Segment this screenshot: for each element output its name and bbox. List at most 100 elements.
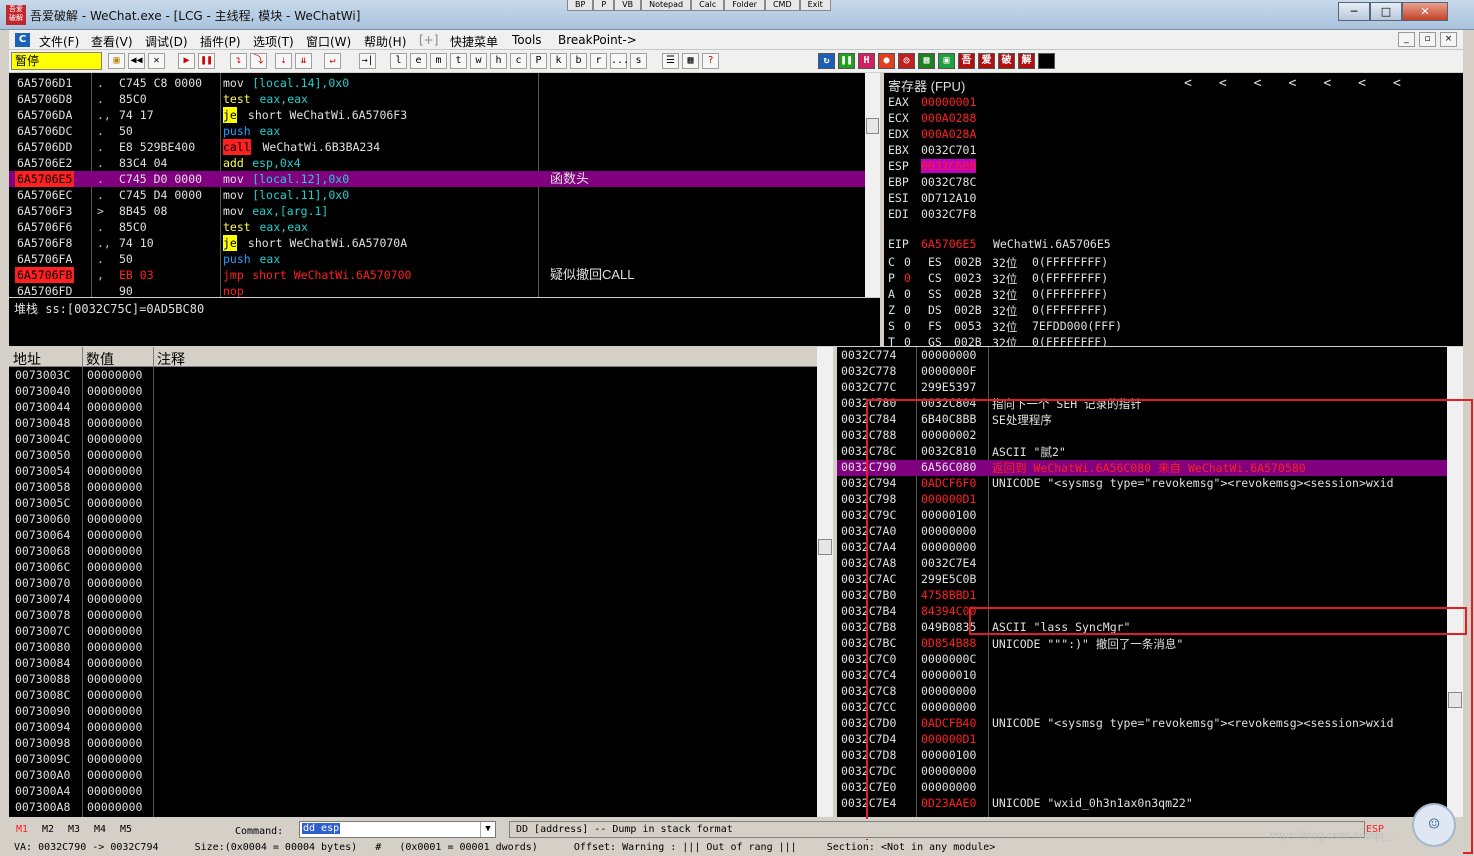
minimize-button[interactable]: ─ bbox=[1338, 2, 1370, 21]
pause-icon[interactable]: ❚❚ bbox=[198, 53, 215, 69]
dump-address[interactable]: 0073005C bbox=[15, 496, 70, 510]
dump-value[interactable]: 00000000 bbox=[87, 672, 142, 686]
dump-address[interactable]: 00730074 bbox=[15, 592, 70, 606]
disasm-row[interactable]: 6A5706E5. C745 D0 0000 mov [local.12],0x0 函数… bbox=[9, 171, 865, 187]
tb-e-button[interactable]: e bbox=[410, 53, 427, 69]
menu-shortcut[interactable]: 快捷菜单 bbox=[450, 33, 498, 50]
dump-address[interactable]: 00730044 bbox=[15, 400, 70, 414]
dump-value[interactable]: 00000000 bbox=[87, 400, 142, 414]
dump-address[interactable]: 0073007C bbox=[15, 624, 70, 638]
dump-value[interactable]: 00000000 bbox=[87, 720, 142, 734]
flag-value[interactable]: 0 bbox=[904, 335, 911, 346]
dump-header-comment[interactable]: 注释 bbox=[157, 349, 185, 369]
notepad-button[interactable]: Notepad bbox=[641, 0, 692, 11]
disasm-row[interactable]: 6A5706DA., 74 17 je short WeChatWi.6A5706F3 bbox=[9, 107, 865, 123]
tb-l-button[interactable]: l bbox=[390, 53, 407, 69]
scroll-thumb[interactable] bbox=[866, 118, 879, 134]
trace-into-icon[interactable]: ⇣ bbox=[275, 53, 292, 69]
dump-address[interactable]: 00730040 bbox=[15, 384, 70, 398]
stack-address[interactable]: 0032C774 bbox=[841, 348, 896, 362]
step-into-icon[interactable]: ↴ bbox=[230, 53, 247, 69]
disasm-row[interactable]: 6A5706EC. C745 D4 0000 mov [local.11],0x0 bbox=[9, 187, 865, 203]
tb-dots-button[interactable]: ... bbox=[610, 53, 629, 69]
tb-b-button[interactable]: b bbox=[570, 53, 587, 69]
disasm-row[interactable]: 6A5706D8. 85C0 test eax,eax bbox=[9, 91, 865, 107]
folder-button[interactable]: Folder bbox=[724, 0, 765, 11]
dump-address[interactable]: 00730098 bbox=[15, 736, 70, 750]
dump-address[interactable]: 00730054 bbox=[15, 464, 70, 478]
dump-address[interactable]: 00730084 bbox=[15, 656, 70, 670]
grid-icon[interactable]: ▦ bbox=[682, 53, 699, 69]
list-icon[interactable]: ☰ bbox=[662, 53, 679, 69]
dump-address[interactable]: 0073006C bbox=[15, 560, 70, 574]
assistant-bubble-icon[interactable]: ☺ bbox=[1412, 803, 1456, 847]
h-plugin-icon[interactable]: H bbox=[858, 53, 875, 69]
register-value[interactable]: 000A0288 bbox=[921, 111, 976, 125]
disasm-row[interactable]: 6A5706DC. 50 push eax bbox=[9, 123, 865, 139]
dump-scrollbar[interactable] bbox=[817, 347, 833, 817]
disasm-row[interactable]: 6A5706DD. E8 529BE400 call WeChatWi.6B3BA23… bbox=[9, 139, 865, 155]
register-value[interactable]: 0032C608 bbox=[921, 159, 977, 173]
disasm-row[interactable]: 6A5706F8., 74 10 je short WeChatWi.6A57070A bbox=[9, 235, 865, 251]
disasm-row[interactable]: 6A5706FD 90 nop bbox=[9, 283, 865, 297]
dump-value[interactable]: 00000000 bbox=[87, 800, 142, 814]
memory-tab-m3[interactable]: M3 bbox=[68, 824, 80, 835]
dump-address[interactable]: 00730094 bbox=[15, 720, 70, 734]
execute-till-return-icon[interactable]: ↵ bbox=[324, 53, 341, 69]
memory-tab-m2[interactable]: M2 bbox=[42, 824, 54, 835]
register-value[interactable]: 0032C78C bbox=[921, 175, 976, 189]
monitor-icon[interactable]: ▣ bbox=[938, 53, 955, 69]
step-over-icon[interactable]: ⤵ bbox=[250, 53, 267, 69]
disasm-row[interactable]: 6A5706E2. 83C4 04 add esp,0x4 bbox=[9, 155, 865, 171]
memory-tab-m4[interactable]: M4 bbox=[94, 824, 106, 835]
vb-button[interactable]: VB bbox=[614, 0, 642, 11]
trace-over-icon[interactable]: ⇊ bbox=[295, 53, 312, 69]
black-icon[interactable] bbox=[1038, 53, 1055, 69]
tb-w-button[interactable]: w bbox=[470, 53, 487, 69]
dump-value[interactable]: 00000000 bbox=[87, 736, 142, 750]
command-input[interactable]: dd esp ▼ bbox=[299, 821, 496, 838]
close-button[interactable]: ✕ bbox=[1402, 2, 1448, 21]
dump-value[interactable]: 00000000 bbox=[87, 496, 142, 510]
dump-address[interactable]: 00730080 bbox=[15, 640, 70, 654]
stack-address[interactable]: 0032C778 bbox=[841, 364, 896, 378]
dump-address[interactable]: 007300A8 bbox=[15, 800, 70, 814]
run-icon[interactable]: ▶ bbox=[178, 53, 195, 69]
dump-address[interactable]: 00730048 bbox=[15, 416, 70, 430]
disasm-row[interactable]: 6A5706FA. 50 push eax bbox=[9, 251, 865, 267]
registers-pane[interactable]: 寄存器 (FPU) < < < < < < < EAX 00000001 ECX 00… bbox=[884, 73, 1463, 346]
calc-button[interactable]: Calc bbox=[691, 0, 725, 11]
disasm-row[interactable]: 6A5706FB, EB 03 jmp short WeChatWi.6A570700… bbox=[9, 267, 865, 283]
menu-help[interactable]: 帮助(H) bbox=[364, 33, 406, 50]
menu-window[interactable]: 窗口(W) bbox=[306, 33, 351, 50]
refresh-icon[interactable]: ↻ bbox=[818, 53, 835, 69]
dump-value[interactable]: 00000000 bbox=[87, 576, 142, 590]
register-nav-button[interactable]: < bbox=[1288, 76, 1296, 91]
dump-value[interactable]: 00000000 bbox=[87, 704, 142, 718]
menu-breakpoint[interactable]: BreakPoint-> bbox=[558, 33, 637, 47]
dump-value[interactable]: 00000000 bbox=[87, 752, 142, 766]
dump-value[interactable]: 00000000 bbox=[87, 416, 142, 430]
close-file-icon[interactable]: ✕ bbox=[148, 53, 165, 69]
tb-k-button[interactable]: k bbox=[550, 53, 567, 69]
disasm-row[interactable]: 6A5706F6. 85C0 test eax,eax bbox=[9, 219, 865, 235]
flag-value[interactable]: 0 bbox=[904, 303, 911, 317]
flag-value[interactable]: 0 bbox=[904, 255, 911, 269]
open-icon[interactable]: ▣ bbox=[108, 53, 125, 69]
menu-file[interactable]: 文件(F) bbox=[39, 33, 79, 50]
dump-address[interactable]: 00730050 bbox=[15, 448, 70, 462]
calc-icon[interactable]: ▦ bbox=[918, 53, 935, 69]
stack-value[interactable]: 00000000 bbox=[921, 348, 976, 362]
disasm-row[interactable]: 6A5706F3 >8B45 08 mov eax,[arg.1] bbox=[9, 203, 865, 219]
dump-address[interactable]: 00730088 bbox=[15, 672, 70, 686]
chevron-down-icon[interactable]: ▼ bbox=[480, 822, 495, 837]
dump-address[interactable]: 00730058 bbox=[15, 480, 70, 494]
dump-value[interactable]: 00000000 bbox=[87, 624, 142, 638]
dump-value[interactable]: 00000000 bbox=[87, 608, 142, 622]
dump-header-value[interactable]: 数值 bbox=[86, 349, 114, 369]
stack-address[interactable]: 0032C77C bbox=[841, 380, 896, 394]
dump-address[interactable]: 00730060 bbox=[15, 512, 70, 526]
menu-plugins[interactable]: 插件(P) bbox=[200, 33, 241, 50]
target-icon[interactable]: ◎ bbox=[898, 53, 915, 69]
tb-m-button[interactable]: m bbox=[430, 53, 447, 69]
